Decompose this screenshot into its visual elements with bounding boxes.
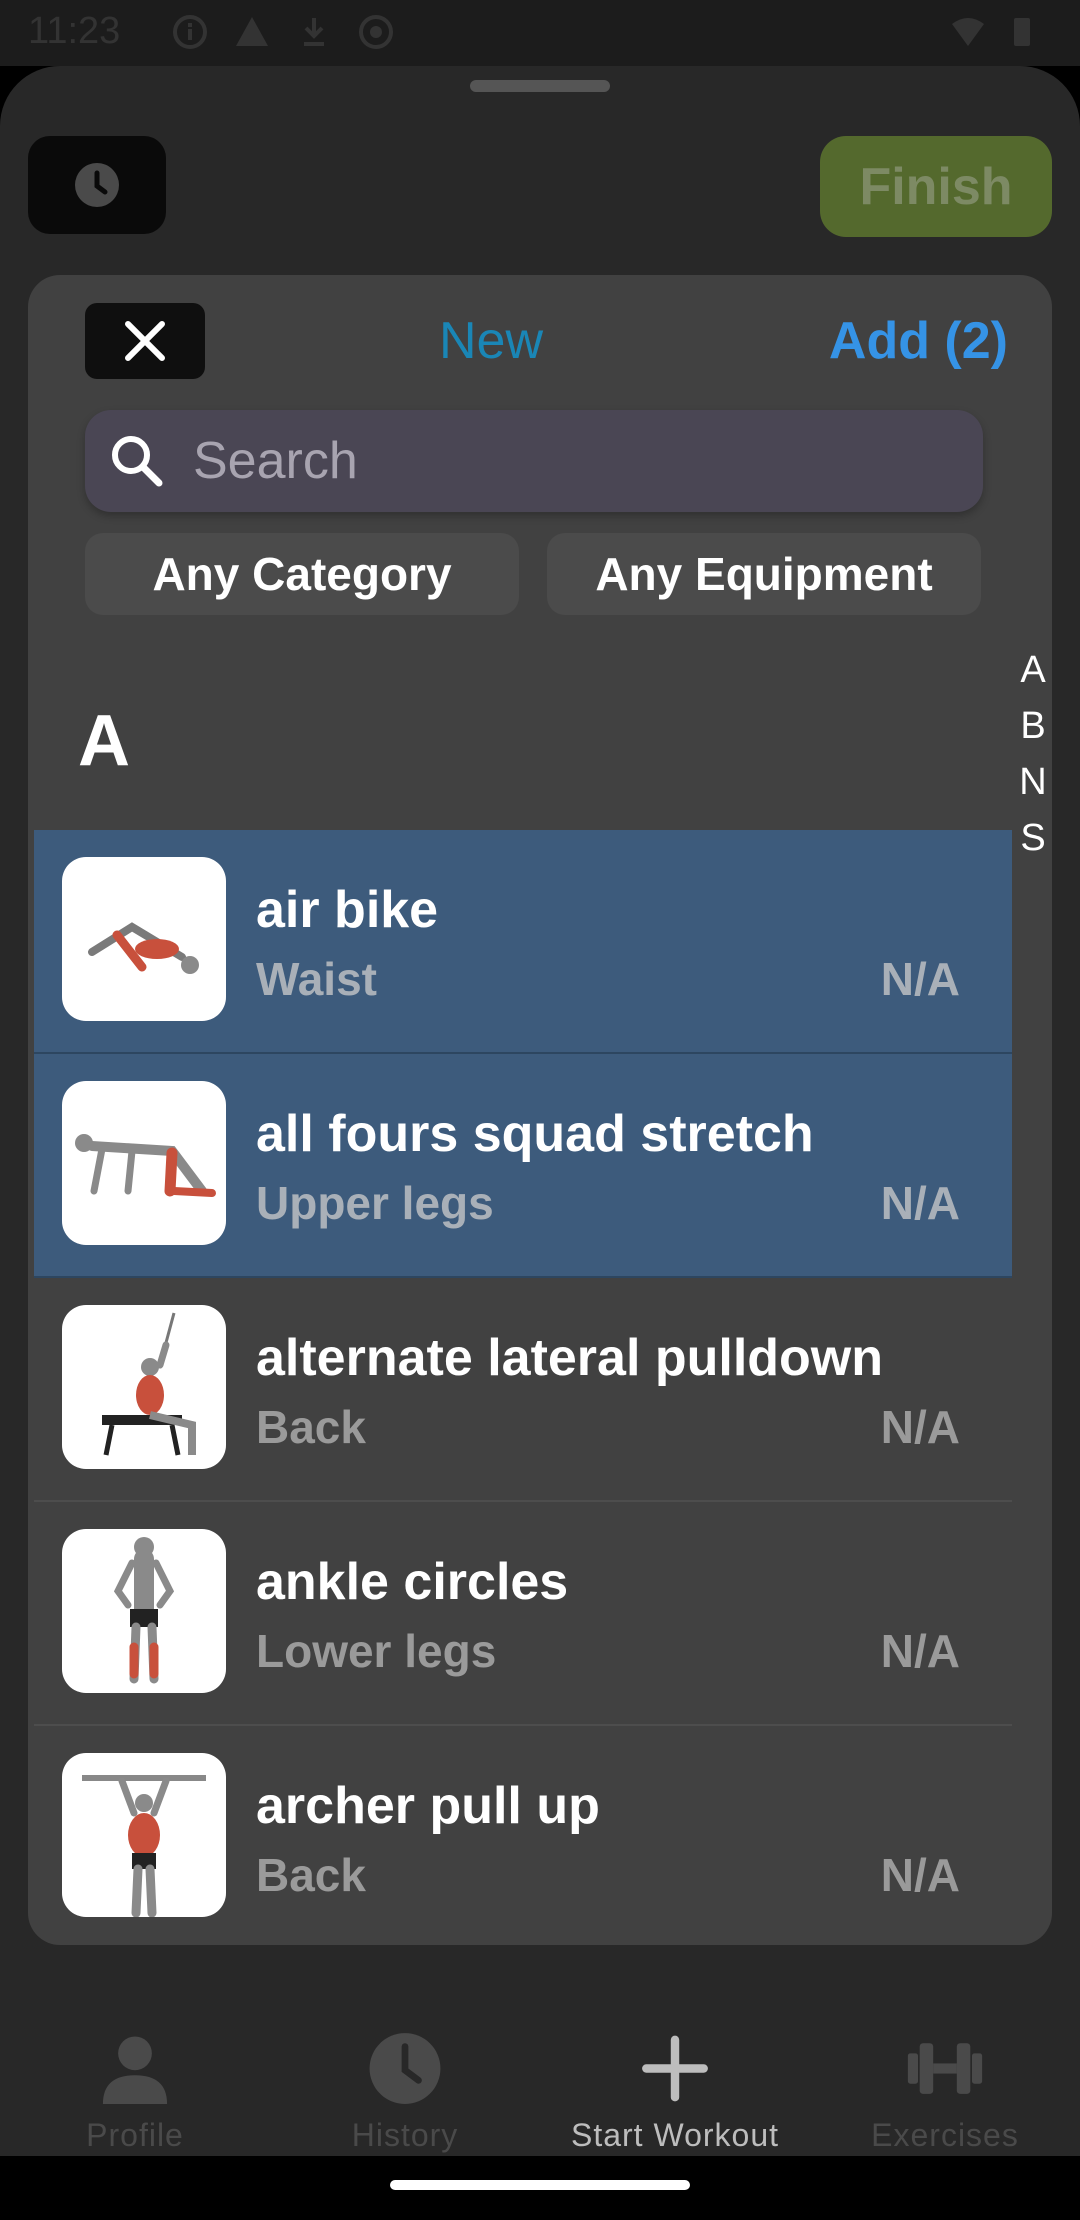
add-selected-button[interactable]: Add (2): [808, 309, 1008, 373]
plus-icon: [642, 2035, 708, 2102]
exercise-equipment: N/A: [880, 1625, 960, 1677]
nav-start-workout[interactable]: Start Workout: [540, 2004, 810, 2154]
exercise-equipment: N/A: [880, 1849, 960, 1901]
category-filter-button[interactable]: Any Category: [85, 533, 519, 615]
alphabet-index[interactable]: A B N S: [1013, 642, 1052, 866]
exercise-category: Upper legs: [256, 1177, 494, 1229]
battery-icon: [1014, 18, 1030, 46]
exercise-equipment: N/A: [880, 1401, 960, 1453]
drag-handle[interactable]: [470, 80, 610, 92]
exercise-thumbnail: [62, 1081, 226, 1245]
close-icon: [125, 321, 165, 361]
info-icon: [173, 15, 207, 49]
alpha-index-letter[interactable]: N: [1019, 754, 1046, 810]
exercise-row[interactable]: air bike Waist N/A: [34, 830, 1012, 1054]
search-input[interactable]: [193, 431, 953, 491]
exercise-thumbnail: [62, 1529, 226, 1693]
exercise-category: Back: [256, 1849, 366, 1901]
warning-icon: [236, 17, 268, 46]
alpha-index-letter[interactable]: A: [1020, 642, 1045, 698]
nav-exercises[interactable]: Exercises: [810, 2004, 1080, 2154]
exercise-thumbnail: [62, 857, 226, 1021]
nav-label: Start Workout: [570, 2117, 780, 2153]
equipment-filter-button[interactable]: Any Equipment: [547, 533, 981, 615]
exercise-equipment: N/A: [880, 1177, 960, 1229]
gesture-bar[interactable]: [390, 2180, 690, 2190]
download-icon: [304, 18, 324, 46]
dumbbell-icon: [907, 2043, 983, 2094]
person-icon: [102, 2036, 168, 2104]
exercise-name: all fours squad stretch: [256, 1105, 814, 1163]
nav-label: History: [351, 2117, 459, 2153]
timer-button[interactable]: [28, 136, 166, 234]
status-bar: 11:23: [0, 0, 1080, 66]
nav-label: Profile: [86, 2117, 184, 2153]
new-exercise-button[interactable]: New: [426, 309, 556, 373]
exercise-row[interactable]: alternate lateral pulldown Back N/A: [34, 1278, 1012, 1502]
search-icon: [112, 436, 163, 487]
close-button[interactable]: [85, 303, 205, 379]
exercise-list: air bike Waist N/A all fours squad stret…: [34, 830, 1012, 1945]
alpha-index-letter[interactable]: B: [1020, 698, 1045, 754]
exercise-category: Back: [256, 1401, 366, 1453]
exercise-thumbnail: [62, 1305, 226, 1469]
section-header-letter: A: [78, 701, 130, 781]
nav-history[interactable]: History: [270, 2004, 540, 2154]
exercise-thumbnail: [62, 1753, 226, 1917]
exercise-name: air bike: [256, 881, 439, 939]
clock-icon: [75, 163, 119, 207]
exercise-equipment: N/A: [880, 953, 960, 1005]
exercise-category: Waist: [256, 953, 377, 1005]
exercise-category: Lower legs: [256, 1625, 497, 1677]
alpha-index-letter[interactable]: S: [1020, 810, 1045, 866]
wifi-icon: [952, 18, 984, 46]
exercise-row[interactable]: archer pull up Back N/A: [34, 1726, 1012, 1945]
add-exercise-modal: New Add (2) Any Category Any Equipment A…: [28, 275, 1052, 1945]
exercise-name: alternate lateral pulldown: [256, 1329, 884, 1387]
exercise-row[interactable]: all fours squad stretch Upper legs N/A: [34, 1054, 1012, 1278]
exercise-name: archer pull up: [256, 1777, 600, 1835]
search-field[interactable]: [85, 410, 983, 512]
nav-profile[interactable]: Profile: [0, 2004, 270, 2154]
bottom-navigation: Profile History Start Workout Exercises: [0, 2004, 1080, 2154]
status-time: 11:23: [28, 10, 121, 52]
app-icon: [359, 15, 393, 49]
exercise-name: ankle circles: [256, 1553, 569, 1611]
nav-label: Exercises: [871, 2117, 1019, 2153]
exercise-row[interactable]: ankle circles Lower legs N/A: [34, 1502, 1012, 1726]
finish-button[interactable]: Finish: [820, 136, 1052, 237]
clock-icon: [369, 2033, 441, 2104]
